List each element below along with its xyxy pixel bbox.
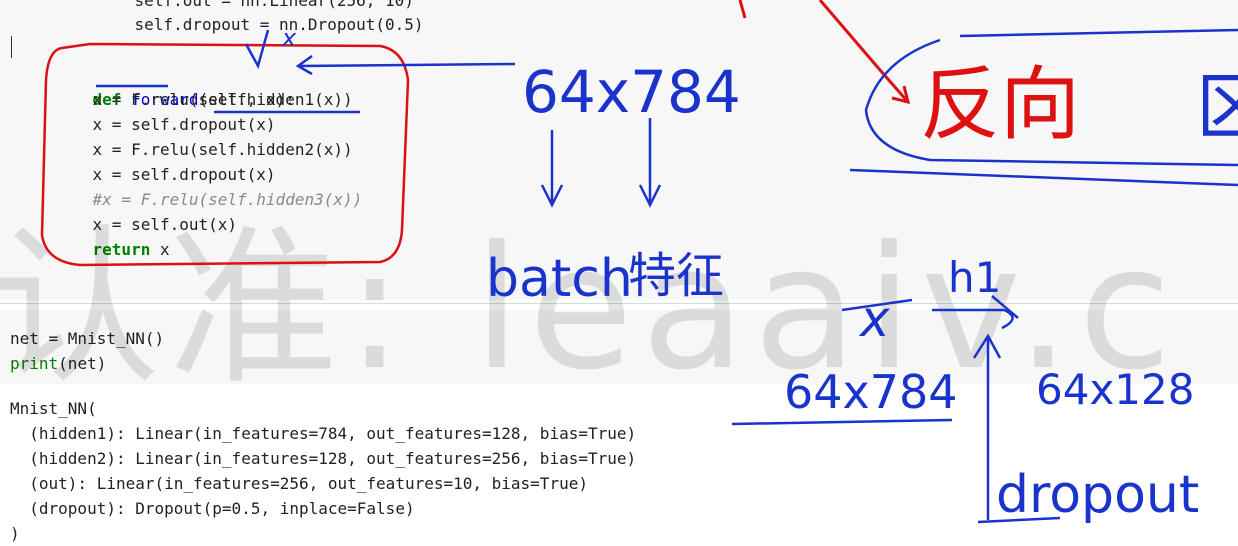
handwritten-x: x <box>858 290 890 348</box>
handwritten-reverse: 反向 <box>920 58 1080 151</box>
blue-line-reverse <box>849 168 1238 187</box>
red-mark-top <box>738 0 747 19</box>
handwritten-x-top: x <box>281 24 297 52</box>
handwritten-h1: h1 <box>948 253 1001 302</box>
handwritten-feature: 特征 <box>628 248 724 304</box>
handwritten-dims-top: 64x784 <box>522 58 741 126</box>
handwritten-h1-dims: 64x128 <box>1036 365 1194 414</box>
annotation-layer: x 64x784 batch 特征 反向 区 x h1 64x784 64x12… <box>40 0 1238 525</box>
arrow-x-to-h1-head <box>991 295 1019 319</box>
check-mark <box>244 29 270 70</box>
handwritten-x-dims: 64x784 <box>784 365 958 419</box>
handwritten-batch: batch <box>486 249 633 309</box>
handwritten-dropout: dropout <box>996 465 1199 525</box>
arrow-x-to-h1 <box>932 308 1014 330</box>
red-arrow-line <box>818 0 910 103</box>
red-highlight-box <box>40 42 410 267</box>
blue-top-line <box>959 28 1238 38</box>
arrow-to-x-param <box>297 62 516 68</box>
handwritten-fragment: 区 <box>1196 65 1238 149</box>
underline-x-dims <box>731 418 953 426</box>
